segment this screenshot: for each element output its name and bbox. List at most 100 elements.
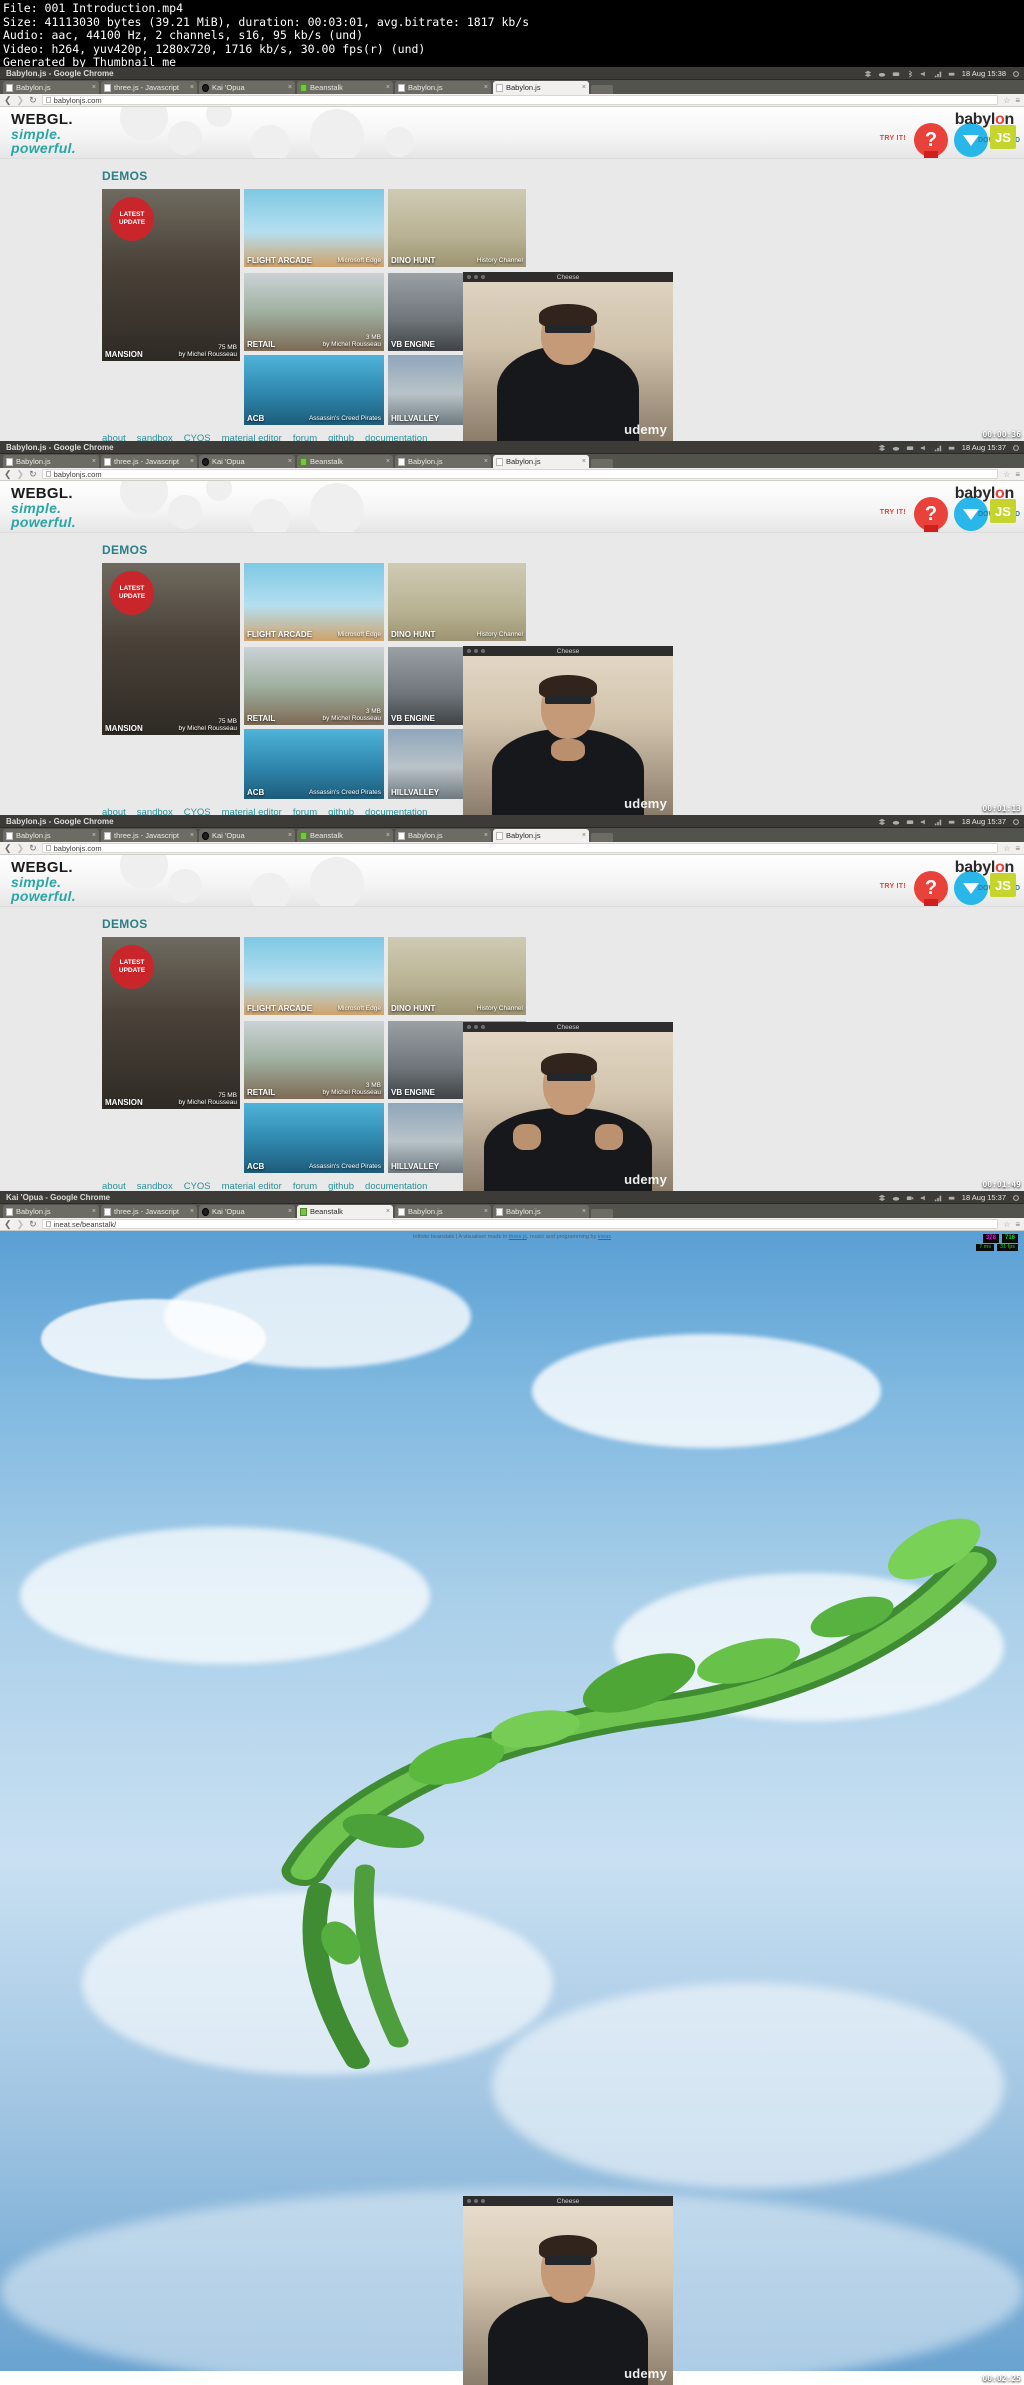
close-icon[interactable]: × xyxy=(484,1208,488,1215)
tab-babylonjs-1[interactable]: Babylon.js × xyxy=(3,1205,99,1218)
bookmark-star-icon[interactable]: ☆ xyxy=(1003,844,1010,853)
nav-link-github[interactable]: github xyxy=(328,433,354,441)
dropbox-icon[interactable] xyxy=(878,818,886,826)
volume-icon[interactable] xyxy=(920,1194,928,1202)
battery-icon[interactable] xyxy=(948,70,956,78)
tab-strip-3[interactable]: Babylon.js × three.js - Javascript × Kai '… xyxy=(0,828,1024,842)
new-tab-button[interactable] xyxy=(591,1209,613,1218)
stat-fps-label-box[interactable]: 31 fps xyxy=(997,1244,1018,1251)
credit-author-link[interactable]: ineax xyxy=(598,1234,611,1240)
omnibox-1[interactable]: ❮ ❯ ↻ babylonjs.com ☆ ≡ xyxy=(0,94,1024,107)
tab-threejs[interactable]: three.js - Javascript × xyxy=(101,81,197,94)
cloud-icon[interactable] xyxy=(892,818,900,826)
nav-link-documentation[interactable]: documentation xyxy=(365,1181,427,1191)
network-icon[interactable] xyxy=(934,818,942,826)
tab-beanstalk[interactable]: Beanstalk × xyxy=(297,455,393,468)
tray-clock[interactable]: 18 Aug 15:38 xyxy=(962,67,1006,80)
cloud-icon[interactable] xyxy=(892,1194,900,1202)
tray-clock[interactable]: 18 Aug 15:37 xyxy=(962,441,1006,454)
nav-link-material-editor[interactable]: material editor xyxy=(222,1181,282,1191)
volume-icon[interactable] xyxy=(920,70,928,78)
tab-beanstalk[interactable]: Beanstalk × xyxy=(297,829,393,842)
forward-arrow-icon[interactable]: ❯ xyxy=(17,843,25,853)
tab-babylonjs-2[interactable]: Babylon.js × xyxy=(395,455,491,468)
demo-card-dino-hunt[interactable]: DINO HUNT History Channel xyxy=(388,563,526,641)
demo-card-dino-hunt[interactable]: DINO HUNT History Channel xyxy=(388,937,526,1015)
chrome-menu-icon[interactable]: ≡ xyxy=(1015,96,1020,105)
dropbox-icon[interactable] xyxy=(878,444,886,452)
bookmark-star-icon[interactable]: ☆ xyxy=(1003,470,1010,479)
reload-icon[interactable]: ↻ xyxy=(29,95,37,105)
close-icon[interactable]: × xyxy=(484,832,488,839)
new-tab-button[interactable] xyxy=(591,459,613,468)
network-icon[interactable] xyxy=(934,1194,942,1202)
demo-card-acb[interactable]: ACB Assassin's Creed Pirates xyxy=(244,729,384,799)
demo-card-retail[interactable]: RETAIL 3 MB by Michel Rousseau xyxy=(244,273,384,351)
chrome-menu-icon[interactable]: ≡ xyxy=(1015,844,1020,853)
reload-icon[interactable]: ↻ xyxy=(29,1219,37,1229)
tab-babylonjs-3[interactable]: Babylon.js × xyxy=(493,1205,589,1218)
nav-link-material-editor[interactable]: material editor xyxy=(222,807,282,815)
tab-babylonjs-1[interactable]: Babylon.js × xyxy=(3,455,99,468)
tray-clock[interactable]: 18 Aug 15:37 xyxy=(962,1191,1006,1204)
close-icon[interactable]: × xyxy=(92,832,96,839)
bookmark-star-icon[interactable]: ☆ xyxy=(1003,96,1010,105)
tray-clock[interactable]: 18 Aug 15:37 xyxy=(962,815,1006,828)
close-icon[interactable]: × xyxy=(386,832,390,839)
keyboard-icon[interactable] xyxy=(906,818,914,826)
demo-card-mansion[interactable]: LATEST UPDATE MANSION 75 MB by Michel Rou… xyxy=(102,563,240,735)
new-tab-button[interactable] xyxy=(591,833,613,842)
close-icon[interactable]: × xyxy=(190,458,194,465)
reload-icon[interactable]: ↻ xyxy=(29,843,37,853)
back-arrow-icon[interactable]: ❮ xyxy=(4,1219,12,1229)
window-controls-icon[interactable] xyxy=(467,2199,485,2203)
nav-link-cyos[interactable]: CYOS xyxy=(184,1181,211,1191)
close-icon[interactable]: × xyxy=(288,458,292,465)
tab-babylonjs-2[interactable]: Babylon.js × xyxy=(395,1205,491,1218)
nav-link-material-editor[interactable]: material editor xyxy=(222,433,282,441)
tab-babylonjs-2[interactable]: Babylon.js × xyxy=(395,829,491,842)
system-tray[interactable]: 18 Aug 15:38 xyxy=(864,67,1020,80)
demo-card-acb[interactable]: ACB Assassin's Creed Pirates xyxy=(244,1103,384,1173)
battery-icon[interactable] xyxy=(948,1194,956,1202)
nav-link-forum[interactable]: forum xyxy=(293,433,317,441)
nav-link-sandbox[interactable]: sandbox xyxy=(137,1181,173,1191)
dropbox-icon[interactable] xyxy=(878,1194,886,1202)
close-icon[interactable]: × xyxy=(92,84,96,91)
tab-threejs[interactable]: three.js - Javascript × xyxy=(101,1205,197,1218)
omnibox-4[interactable]: ❮ ❯ ↻ ineat.se/beanstalk/ ☆ ≡ xyxy=(0,1218,1024,1231)
settings-icon[interactable] xyxy=(1012,818,1020,826)
nav-link-cyos[interactable]: CYOS xyxy=(184,433,211,441)
nav-link-github[interactable]: github xyxy=(328,807,354,815)
volume-icon[interactable] xyxy=(920,818,928,826)
nav-link-about[interactable]: about xyxy=(102,807,126,815)
tab-strip-2[interactable]: Babylon.js × three.js - Javascript × Kai '… xyxy=(0,454,1024,468)
chrome-menu-icon[interactable]: ≡ xyxy=(1015,1220,1020,1229)
beanstalk-stats-secondary[interactable]: 7 ms 31 fps xyxy=(976,1244,1018,1251)
forward-arrow-icon[interactable]: ❯ xyxy=(17,1219,25,1229)
window-controls-icon[interactable] xyxy=(467,1025,485,1029)
close-icon[interactable]: × xyxy=(386,1208,390,1215)
tab-beanstalk[interactable]: Beanstalk × xyxy=(297,81,393,94)
demo-card-mansion[interactable]: LATEST UPDATE MANSION 75 MB by Michel Ro… xyxy=(102,189,240,361)
demo-card-dino-hunt[interactable]: DINO HUNT History Channel xyxy=(388,189,526,267)
network-icon[interactable] xyxy=(934,444,942,452)
tab-babylonjs-3[interactable]: Babylon.js × xyxy=(493,829,589,842)
nav-link-about[interactable]: about xyxy=(102,1181,126,1191)
close-icon[interactable]: × xyxy=(288,832,292,839)
tab-babylonjs-3[interactable]: Babylon.js × xyxy=(493,81,589,94)
close-icon[interactable]: × xyxy=(190,1208,194,1215)
url-input[interactable]: babylonjs.com xyxy=(41,843,999,853)
demo-card-mansion[interactable]: LATEST UPDATE MANSION 75 MB by Michel Rou… xyxy=(102,937,240,1109)
close-icon[interactable]: × xyxy=(288,1208,292,1215)
nav-link-forum[interactable]: forum xyxy=(293,1181,317,1191)
omnibox-3[interactable]: ❮ ❯ ↻ babylonjs.com ☆ ≡ xyxy=(0,842,1024,855)
stat-ms-label-box[interactable]: 7 ms xyxy=(976,1244,995,1251)
demo-card-retail[interactable]: RETAIL 3 MB by Michel Rousseau xyxy=(244,1021,384,1099)
close-icon[interactable]: × xyxy=(92,458,96,465)
close-icon[interactable]: × xyxy=(190,84,194,91)
close-icon[interactable]: × xyxy=(484,458,488,465)
keyboard-icon[interactable] xyxy=(906,444,914,452)
settings-icon[interactable] xyxy=(1012,70,1020,78)
close-icon[interactable]: × xyxy=(92,1208,96,1215)
